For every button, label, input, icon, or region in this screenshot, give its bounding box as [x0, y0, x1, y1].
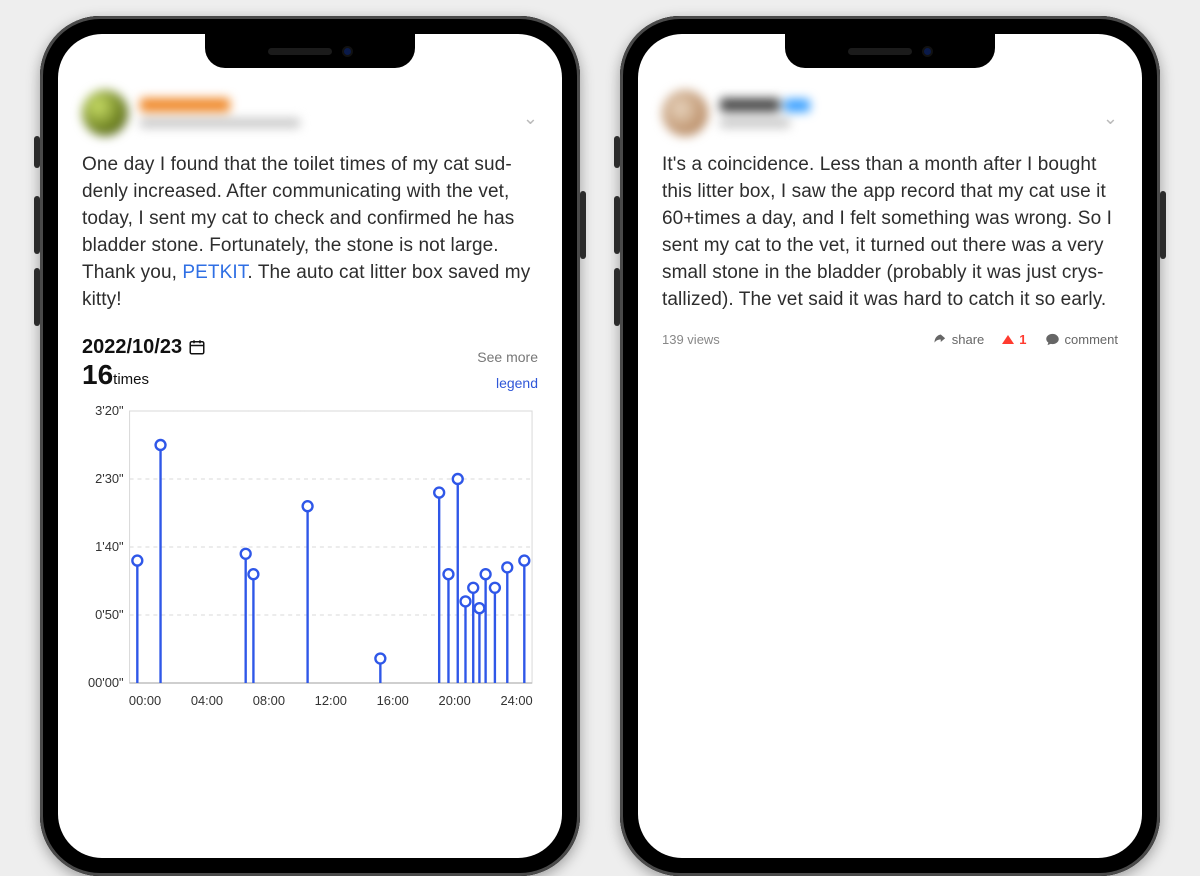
share-button[interactable]: share [932, 332, 985, 347]
usage-chart[interactable]: 00'00" 0'50" 1'40" 2'30" 3'20" 00:00 04:00 08:0… [82, 403, 538, 713]
svg-text:04:00: 04:00 [191, 693, 223, 708]
legend-link[interactable]: legend [477, 375, 538, 391]
phone-power-button [1160, 191, 1166, 259]
svg-text:08:00: 08:00 [253, 693, 285, 708]
svg-text:3'20": 3'20" [95, 403, 124, 418]
phone-frame-right: ⌄ It's a coincidence. Less than a month … [620, 16, 1160, 876]
phone-volume-up [34, 196, 40, 254]
phone-notch [205, 34, 415, 68]
phone-volume-down [34, 268, 40, 326]
see-more-link[interactable]: See more [477, 349, 538, 365]
share-icon [932, 332, 947, 347]
share-label: share [952, 332, 985, 347]
chevron-down-icon[interactable]: ⌄ [1103, 108, 1118, 129]
phone-volume-up [614, 196, 620, 254]
times-unit: times [113, 371, 149, 388]
chart-header: 2022/10/23 16times See more legend [82, 336, 538, 391]
svg-text:00:00: 00:00 [129, 693, 161, 708]
post-body: It's a coincidence. Less than a month af… [662, 152, 1118, 314]
upvote-count: 1 [1019, 332, 1026, 347]
comment-icon [1045, 332, 1060, 347]
upvote-icon [1002, 335, 1014, 344]
calendar-icon[interactable] [188, 338, 206, 356]
svg-text:20:00: 20:00 [439, 693, 471, 708]
chart-date: 2022/10/23 [82, 336, 182, 359]
comment-button[interactable]: comment [1045, 332, 1118, 347]
phone-mute-switch [34, 136, 40, 168]
phone-volume-down [614, 268, 620, 326]
post-header[interactable]: ⌄ [82, 90, 538, 136]
times-count: 16 [82, 359, 113, 390]
view-count: 139 views [662, 332, 720, 347]
username-blurred [720, 98, 810, 128]
svg-text:24:00: 24:00 [500, 693, 532, 708]
comment-label: comment [1065, 332, 1118, 347]
phone-notch [785, 34, 995, 68]
upvote-button[interactable]: 1 [1002, 332, 1026, 347]
post-header[interactable]: ⌄ [662, 90, 1118, 136]
phone-mute-switch [614, 136, 620, 168]
svg-text:12:00: 12:00 [315, 693, 347, 708]
svg-text:00'00": 00'00" [88, 675, 124, 690]
chevron-down-icon[interactable]: ⌄ [523, 108, 538, 129]
brand-link[interactable]: PETKIT [182, 262, 247, 283]
phone-frame-left: ⌄ One day I found that the toilet times … [40, 16, 580, 876]
phone-power-button [580, 191, 586, 259]
avatar[interactable] [82, 90, 128, 136]
post-body: One day I found that the toilet times of… [82, 152, 538, 314]
username-blurred [140, 98, 300, 128]
avatar[interactable] [662, 90, 708, 136]
svg-text:16:00: 16:00 [377, 693, 409, 708]
svg-text:2'30": 2'30" [95, 471, 124, 486]
svg-text:0'50": 0'50" [95, 607, 124, 622]
svg-text:1'40": 1'40" [95, 539, 124, 554]
post-footer: 139 views share 1 comment [662, 332, 1118, 347]
